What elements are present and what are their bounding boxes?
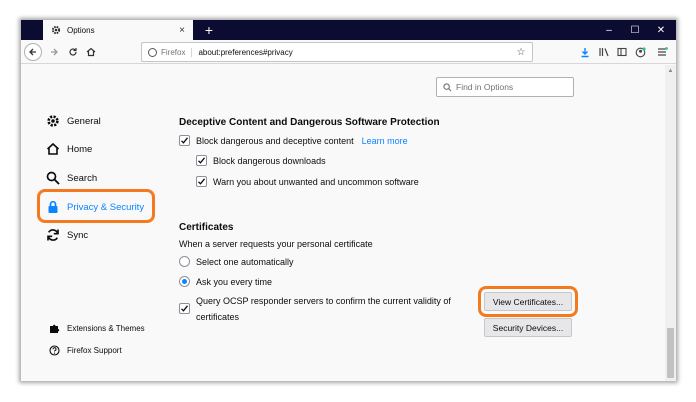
sidebar-item-home[interactable]: Home	[45, 140, 92, 158]
checkmark-icon	[198, 157, 206, 164]
bookmark-star-icon[interactable]: ☆	[514, 47, 528, 58]
new-tab-button[interactable]: +	[201, 21, 217, 39]
search-icon	[45, 170, 61, 186]
ocsp-label-line2: certificates	[196, 312, 240, 322]
select-auto-row: Select one automatically	[179, 256, 294, 267]
search-placeholder: Find in Options	[456, 82, 514, 92]
learn-more-link[interactable]: Learn more	[362, 136, 408, 146]
scroll-thumb[interactable]	[667, 328, 674, 378]
ask-every-radio[interactable]	[179, 276, 190, 287]
highlight-ring-view-certificates	[478, 286, 578, 317]
identity-label: Firefox	[161, 47, 193, 57]
home-button[interactable]	[82, 43, 100, 61]
sidebar-item-label: Home	[67, 143, 93, 155]
url-text[interactable]: about:preferences#privacy	[198, 48, 514, 57]
tab-strip: Options × + – ☐ ✕	[21, 20, 676, 40]
back-arrow-icon	[29, 48, 36, 56]
close-tab-icon[interactable]: ×	[175, 23, 189, 37]
ask-every-row: Ask you every time	[179, 276, 272, 287]
sidebar-extensions-themes[interactable]: Extensions & Themes	[48, 321, 145, 335]
security-devices-button[interactable]: Security Devices...	[484, 318, 572, 337]
back-button[interactable]	[24, 43, 42, 61]
forward-arrow-icon	[51, 48, 58, 56]
block-content-label: Block dangerous and deceptive content	[196, 135, 354, 146]
ocsp-row	[179, 303, 196, 314]
deceptive-section-title: Deceptive Content and Dangerous Software…	[179, 117, 440, 128]
home-icon	[86, 47, 96, 57]
select-auto-label: Select one automatically	[196, 256, 294, 267]
sidebar-item-label: General	[67, 115, 101, 127]
menu-icon[interactable]	[654, 44, 670, 60]
warn-unwanted-label: Warn you about unwanted and uncommon sof…	[213, 176, 419, 187]
help-icon	[48, 344, 60, 356]
puzzle-icon	[48, 322, 60, 334]
sidebar-small-label: Extensions & Themes	[67, 323, 145, 333]
checkmark-icon	[198, 178, 206, 185]
library-icon[interactable]	[596, 44, 612, 60]
reload-icon	[69, 48, 77, 56]
sidebar-item-label: Search	[67, 172, 98, 184]
sidebar-item-general[interactable]: General	[45, 112, 101, 130]
block-downloads-label: Block dangerous downloads	[213, 155, 326, 166]
scroll-up-arrow-icon[interactable]: ▲	[665, 65, 676, 76]
block-downloads-checkbox[interactable]	[196, 155, 207, 166]
ocsp-label-line1: Query OCSP responder servers to confirm …	[196, 296, 451, 306]
block-content-row: Block dangerous and deceptive content Le…	[179, 135, 408, 146]
forward-button[interactable]	[45, 43, 63, 61]
search-icon	[443, 82, 452, 91]
checkmark-icon	[181, 137, 189, 144]
highlight-ring-privacy	[37, 189, 155, 223]
block-downloads-row: Block dangerous downloads	[196, 155, 326, 166]
sidebar-toggle-icon[interactable]	[614, 44, 630, 60]
tab-title: Options	[67, 25, 95, 35]
firefox-icon	[148, 47, 157, 57]
sidebar-item-label: Sync	[67, 229, 89, 241]
gear-icon	[45, 113, 61, 129]
browser-window: Options × + – ☐ ✕ Firefox about:preferen…	[21, 20, 676, 381]
vertical-scrollbar[interactable]: ▲	[665, 65, 676, 381]
select-auto-radio[interactable]	[179, 256, 190, 267]
sidebar-item-sync[interactable]: Sync	[45, 226, 88, 244]
minimize-button[interactable]: –	[596, 20, 622, 40]
account-icon[interactable]	[632, 44, 648, 60]
ask-every-label: Ask you every time	[196, 276, 273, 287]
certificates-prompt: When a server requests your personal cer…	[179, 239, 373, 249]
preferences-content: Find in Options General Home Search Priv…	[21, 65, 665, 381]
ocsp-checkbox[interactable]	[179, 303, 190, 314]
maximize-button[interactable]: ☐	[622, 20, 648, 40]
gear-icon	[51, 25, 61, 35]
radio-selected-dot	[182, 279, 187, 284]
sidebar-small-label: Firefox Support	[67, 345, 122, 355]
reload-button[interactable]	[64, 43, 82, 61]
sidebar-firefox-support[interactable]: Firefox Support	[48, 343, 122, 357]
close-window-button[interactable]: ✕	[648, 20, 674, 40]
tab-options[interactable]: Options ×	[43, 20, 193, 40]
block-content-checkbox[interactable]	[179, 135, 190, 146]
home-icon	[45, 141, 61, 157]
url-bar[interactable]: Firefox about:preferences#privacy ☆	[141, 42, 533, 62]
find-in-options-input[interactable]: Find in Options	[436, 77, 574, 97]
downloads-icon[interactable]	[577, 44, 593, 60]
warn-unwanted-row: Warn you about unwanted and uncommon sof…	[196, 176, 419, 187]
checkmark-icon	[181, 305, 189, 312]
certificates-section-title: Certificates	[179, 222, 234, 233]
sync-icon	[45, 227, 61, 243]
navigation-toolbar: Firefox about:preferences#privacy ☆	[21, 40, 676, 64]
warn-unwanted-checkbox[interactable]	[196, 176, 207, 187]
sidebar-item-search[interactable]: Search	[45, 169, 97, 187]
